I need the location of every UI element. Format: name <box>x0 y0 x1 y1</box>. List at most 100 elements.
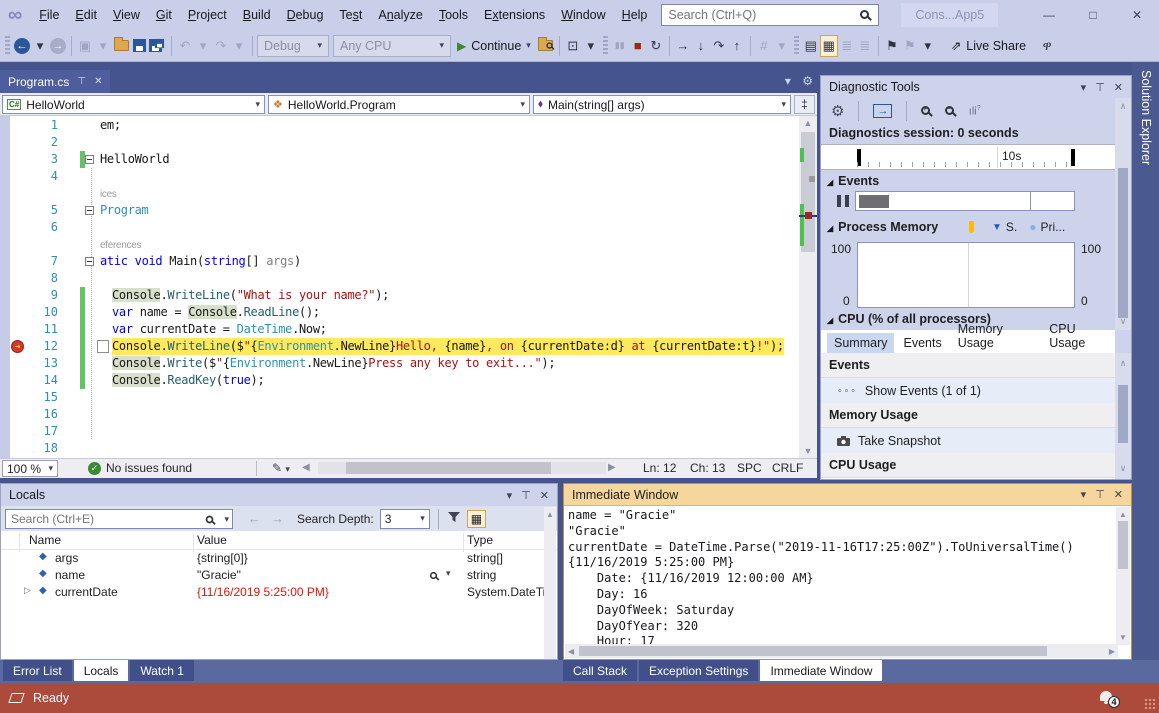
code-line-13[interactable]: 13Console.Write($"{Environment.NewLine}P… <box>0 355 799 372</box>
menu-analyze[interactable]: Analyze <box>370 6 430 24</box>
code-line-6[interactable]: 6 <box>0 219 799 236</box>
code-line-18[interactable]: 18 <box>0 440 799 457</box>
menu-file[interactable]: File <box>31 6 67 24</box>
new-project-dropdown[interactable]: ▾ <box>94 35 112 57</box>
locals-title-bar[interactable]: Locals ▾ ⊤ ✕ <box>1 484 557 506</box>
type-dropdown[interactable]: ❖ HelloWorld.Program▾ <box>268 95 530 114</box>
unindent-button[interactable]: ≣ <box>838 35 856 57</box>
code-text[interactable]: var currentDate = DateTime.Now; <box>112 321 327 338</box>
notification-count-badge[interactable]: 4 <box>1108 696 1120 708</box>
variable-name[interactable]: currentDate <box>55 585 118 599</box>
diagnostics-scrollbar[interactable]: ∧ ∨ <box>1115 98 1131 330</box>
indent-button[interactable]: ≣ <box>856 35 874 57</box>
menu-project[interactable]: Project <box>180 6 235 24</box>
fold-collapse-icon[interactable] <box>85 206 94 215</box>
immediate-horizontal-scrollbar[interactable]: ◀ ▶ <box>565 644 1118 658</box>
editor-horizontal-scrollbar[interactable] <box>318 462 606 474</box>
scroll-up-chevron-icon[interactable]: ∧ <box>1115 98 1131 112</box>
variable-value[interactable]: "Gracie" <box>197 568 241 582</box>
immediate-window-content[interactable]: name = "Gracie""Gracie"currentDate = Dat… <box>564 506 1117 645</box>
variable-name[interactable]: args <box>55 551 78 565</box>
scroll-down-chevron-icon[interactable]: ∨ <box>1115 463 1131 474</box>
diag-tab-summary[interactable]: Summary <box>827 333 894 353</box>
menu-debug[interactable]: Debug <box>279 6 332 24</box>
step-out-button[interactable]: ↑ <box>728 35 746 57</box>
column-value[interactable]: Value <box>197 533 227 547</box>
zoom-level-combo[interactable]: 100 %▾ <box>2 460 58 477</box>
undo-button[interactable]: ↶ <box>176 35 194 57</box>
visualizer-dropdown-icon[interactable]: ▾ <box>446 568 451 579</box>
live-share-button[interactable]: ⇗Live Share <box>951 38 1026 53</box>
code-text[interactable]: Console.ReadKey(true); <box>112 372 264 389</box>
pause-events-icon[interactable] <box>837 195 849 207</box>
save-button[interactable] <box>130 35 148 57</box>
tab-locals[interactable]: Locals <box>74 660 129 681</box>
locals-search-input[interactable] <box>6 510 186 528</box>
window-position-dropdown-icon[interactable]: ▾ <box>1081 81 1087 94</box>
code-line-9[interactable]: 9Console.WriteLine("What is your name?")… <box>0 287 799 304</box>
code-line-5[interactable]: 5Program <box>0 202 799 219</box>
process-memory-section-header[interactable]: ◢Process Memory <box>827 220 938 234</box>
line-indicator[interactable]: Ln: 12 <box>643 461 676 475</box>
events-timeline-track[interactable] <box>855 191 1075 211</box>
code-line-1[interactable]: 1em; <box>0 117 799 134</box>
scrollbar-thumb[interactable] <box>1118 385 1128 443</box>
codelens-label[interactable]: eferences <box>100 240 141 251</box>
split-window-button[interactable]: ‡ <box>794 95 815 114</box>
tab-watch-1[interactable]: Watch 1 <box>130 660 194 681</box>
scroll-left-icon[interactable]: ◀ <box>568 647 574 656</box>
minimize-button[interactable]: — <box>1027 1 1071 29</box>
tab-list-dropdown-icon[interactable]: ▾ <box>785 74 791 88</box>
toggle-bookmark-button[interactable]: ⚑ <box>883 35 901 57</box>
show-threads-in-source-button[interactable]: ▤ <box>802 35 820 57</box>
export-icon[interactable]: → <box>873 104 892 118</box>
show-diagnostic-tools-button[interactable]: ▦ <box>820 35 838 57</box>
code-line-11[interactable]: 11var currentDate = DateTime.Now; <box>0 321 799 338</box>
pause-button[interactable]: ▮▮ <box>611 35 629 57</box>
column-indicator[interactable]: Ch: 13 <box>690 461 725 475</box>
menu-edit[interactable]: Edit <box>67 6 105 24</box>
scroll-up-icon[interactable]: ▲ <box>1116 507 1130 519</box>
breakpoints-window-button[interactable]: ⊡ <box>564 35 582 57</box>
immediate-vertical-scrollbar[interactable]: ▲ ▼ <box>1116 507 1130 645</box>
column-type[interactable]: Type <box>467 533 493 547</box>
visualizer-magnifier-icon[interactable] <box>430 572 437 579</box>
scroll-down-icon[interactable]: ▼ <box>799 446 817 456</box>
expand-icon[interactable]: ▷ <box>24 585 31 596</box>
variable-name[interactable]: name <box>55 568 85 582</box>
code-text[interactable]: Program <box>100 202 148 219</box>
quick-search-input[interactable] <box>661 4 879 26</box>
next-bookmark-button[interactable]: ⚑ <box>901 35 919 57</box>
resize-grip[interactable] <box>1144 698 1156 710</box>
scroll-left-icon[interactable]: ◀ <box>302 462 310 473</box>
pin-icon[interactable]: ⊤ <box>1095 81 1105 94</box>
editor-vertical-scrollbar[interactable]: ▲ ▼ <box>799 116 817 458</box>
search-options-dropdown-icon[interactable]: ▾ <box>224 514 229 525</box>
current-statement-breakpoint-icon[interactable]: → <box>11 340 24 353</box>
toolbar-grip-2[interactable] <box>794 36 799 56</box>
zoom-out-icon[interactable]: − <box>945 104 959 118</box>
code-text[interactable]: atic void Main(string[] args) <box>100 253 301 270</box>
reset-view-chart-icon[interactable]: ıli? <box>969 105 981 118</box>
stop-debugging-button[interactable]: ■ <box>629 35 647 57</box>
code-line-2[interactable]: 2 <box>0 134 799 151</box>
code-text[interactable]: Console.WriteLine("What is your name?"); <box>112 287 389 304</box>
fold-collapse-icon[interactable] <box>85 257 94 266</box>
undo-dropdown[interactable]: ▾ <box>194 35 212 57</box>
new-project-button[interactable]: ▣ <box>76 35 94 57</box>
debug-toolbar-grip[interactable] <box>603 36 608 56</box>
redo-button[interactable]: ↷ <box>212 35 230 57</box>
code-line-7[interactable]: 7atic void Main(string[] args) <box>0 253 799 270</box>
search-back-icon[interactable]: ← <box>248 511 261 526</box>
close-tab-icon[interactable]: ✕ <box>94 76 102 87</box>
feedback-button[interactable]: ዋ <box>1038 35 1056 57</box>
project-dropdown[interactable]: C# HelloWorld▾ <box>2 95 265 114</box>
solution-configuration-combo[interactable]: Debug▾ <box>257 35 329 57</box>
step-over-button[interactable]: ↷ <box>710 35 728 57</box>
code-text[interactable]: Console.Write($"{Environment.NewLine}Pre… <box>112 355 555 372</box>
code-text[interactable]: var name = Console.ReadLine(); <box>112 304 320 321</box>
show-events-link[interactable]: ∘∘∘Show Events (1 of 1) <box>821 378 1115 403</box>
scroll-right-icon[interactable]: ▶ <box>608 462 616 473</box>
summary-scrollbar[interactable]: ∧ ∨ <box>1115 353 1131 479</box>
find-in-files-button[interactable] <box>537 35 555 57</box>
